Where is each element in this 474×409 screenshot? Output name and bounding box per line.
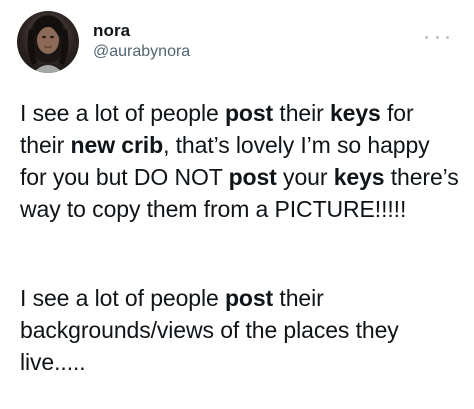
tweet-text-bold: post bbox=[224, 285, 274, 311]
tweet-text-bold: keys bbox=[333, 164, 385, 190]
more-options-button[interactable] bbox=[425, 29, 449, 45]
tweet-header: nora @aurabynora bbox=[17, 11, 457, 73]
more-dot-icon bbox=[446, 35, 449, 39]
more-dot-icon bbox=[435, 35, 439, 39]
avatar[interactable] bbox=[17, 11, 79, 73]
display-name[interactable]: nora bbox=[93, 21, 190, 41]
tweet-text-bold: keys bbox=[329, 100, 381, 126]
more-dot-icon bbox=[425, 35, 428, 39]
tweet-text-bold: post bbox=[224, 100, 274, 126]
tweet-paragraph-2: I see a lot of people post their backgro… bbox=[20, 282, 460, 378]
tweet-text-bold: post bbox=[228, 164, 277, 190]
tweet-text-segment: your bbox=[276, 164, 334, 190]
tweet-card: nora @aurabynora I see a lot of people p… bbox=[0, 0, 474, 409]
profile-photo-icon bbox=[27, 15, 69, 73]
tweet-paragraph-1: I see a lot of people post their keys fo… bbox=[20, 97, 460, 225]
tweet-text-segment: I see a lot of people bbox=[20, 285, 225, 311]
tweet-text-segment: their bbox=[273, 100, 330, 126]
user-info: nora @aurabynora bbox=[93, 21, 190, 62]
username-handle[interactable]: @aurabynora bbox=[93, 42, 190, 62]
tweet-text-bold: new crib bbox=[70, 132, 164, 158]
tweet-text-segment: I see a lot of people bbox=[20, 100, 225, 126]
